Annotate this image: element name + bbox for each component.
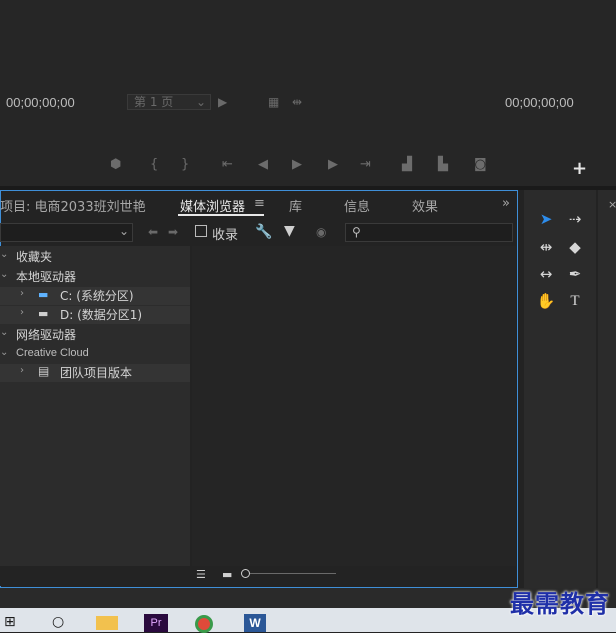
tree-label: 收藏夹 <box>16 250 53 264</box>
drive-icon: ▬ <box>38 288 49 301</box>
chrome-icon[interactable] <box>195 615 213 633</box>
mark-out-icon[interactable]: } <box>181 157 189 172</box>
close-icon[interactable]: × <box>608 198 616 211</box>
pen-tool-icon[interactable]: ✒ <box>562 263 588 285</box>
page-select[interactable]: 第 1 页 ⌄ <box>127 94 211 110</box>
file-explorer-icon[interactable] <box>96 616 118 630</box>
add-button[interactable]: + <box>572 158 587 179</box>
filter-icon[interactable]: ▼ <box>284 223 295 239</box>
watermark-logo: 最需教育 <box>510 589 610 618</box>
tree-label: 团队项目版本 <box>60 366 133 380</box>
track-select-tool-icon[interactable]: ⇢ <box>562 208 588 230</box>
chevron-down-icon: ⌄ <box>0 347 9 358</box>
team-project-icon: ▤ <box>38 364 50 378</box>
mark-in-icon[interactable]: { <box>150 157 158 172</box>
tab-project[interactable]: 项目: 电商2033班刘世艳 <box>0 196 146 215</box>
filmstrip-icon[interactable]: ▦ <box>268 95 279 109</box>
ingest-label: 收录 <box>212 228 239 243</box>
tab-library[interactable]: 库 <box>289 196 302 215</box>
tree-label: 网络驱动器 <box>16 328 77 342</box>
search-input[interactable]: ⚲ <box>345 223 513 242</box>
list-view-icon[interactable]: ☰ <box>196 568 206 581</box>
drive-icon: ▬ <box>38 307 49 320</box>
type-tool-icon[interactable]: T <box>562 290 588 312</box>
windows-start-icon[interactable]: ⊞ <box>4 614 16 630</box>
program-monitor <box>0 0 616 186</box>
tree-label: 本地驱动器 <box>16 270 77 284</box>
chevron-right-icon: › <box>20 307 24 318</box>
location-dropdown[interactable]: ⌄ <box>0 223 133 242</box>
go-to-out-icon[interactable]: ⇥ <box>360 157 371 172</box>
tree-label: C: (系统分区) <box>60 289 134 303</box>
zoom-slider-handle[interactable] <box>241 569 250 578</box>
chevron-down-icon: ⌄ <box>118 224 129 238</box>
overflow-tabs-icon[interactable]: » <box>502 196 510 211</box>
chevron-right-icon: › <box>20 365 24 376</box>
chevron-down-icon: ⌄ <box>0 249 9 260</box>
razor-tool-icon[interactable]: ◆ <box>562 236 588 258</box>
lift-icon[interactable]: ▟ <box>402 157 412 172</box>
timecode-out: 00;00;00;00 <box>505 95 574 110</box>
zoom-slider[interactable] <box>246 573 336 574</box>
active-tab-underline <box>178 214 264 216</box>
word-icon[interactable]: W <box>244 614 266 632</box>
step-back-icon[interactable]: ◀ <box>258 157 268 172</box>
tree-item-network-drives[interactable]: ⌄ 网络驱动器 <box>0 326 190 344</box>
chevron-down-icon: ⌄ <box>0 269 9 280</box>
timecode-in[interactable]: 00;00;00;00 <box>6 95 75 110</box>
play-icon[interactable]: ▶ <box>218 95 227 109</box>
tab-info[interactable]: 信息 <box>344 196 370 215</box>
slip-tool-icon[interactable]: ↔ <box>533 263 559 285</box>
back-arrow-icon[interactable]: ⬅ <box>148 225 158 239</box>
tree-item-team-versions[interactable]: › ▤ 团队项目版本 <box>0 364 190 382</box>
forward-arrow-icon[interactable]: ➡ <box>168 225 178 239</box>
tab-media-browser[interactable]: 媒体浏览器 <box>180 196 245 215</box>
tree-item-creative-cloud[interactable]: ⌄ Creative Cloud <box>0 346 190 364</box>
step-forward-icon[interactable]: ▶ <box>328 157 338 172</box>
tree-item-drive-c[interactable]: › ▬ C: (系统分区) <box>0 287 190 305</box>
right-panel-strip <box>598 190 616 588</box>
tree-item-drive-d[interactable]: › ▬ D: (数据分区1) <box>0 306 190 324</box>
media-content-area <box>192 246 516 566</box>
search-icon[interactable]: ○ <box>52 614 64 630</box>
play-button-icon[interactable]: ▶ <box>292 157 302 172</box>
tree-item-favorites[interactable]: ⌄ 收藏夹 <box>0 248 190 266</box>
chevron-down-icon: ⌄ <box>195 95 206 109</box>
tree-item-local-drives[interactable]: ⌄ 本地驱动器 <box>0 268 190 286</box>
eye-icon[interactable]: ◉ <box>316 225 326 239</box>
search-icon: ⚲ <box>352 225 361 239</box>
page-select-label: 第 1 页 <box>134 95 174 109</box>
hand-tool-icon[interactable]: ✋ <box>533 290 559 312</box>
tree-label: D: (数据分区1) <box>60 308 143 322</box>
panel-bottom-bar <box>0 566 516 586</box>
ingest-checkbox[interactable] <box>195 225 207 237</box>
chevron-right-icon: › <box>20 288 24 299</box>
tree-label: Creative Cloud <box>16 347 89 359</box>
fit-icon[interactable]: ⇹ <box>292 95 302 109</box>
selection-tool-icon[interactable]: ➤ <box>533 208 559 230</box>
marker-icon[interactable]: ⬢ <box>110 157 121 172</box>
camera-icon[interactable]: ◙ <box>474 157 487 172</box>
go-to-in-icon[interactable]: ⇤ <box>222 157 233 172</box>
chevron-down-icon: ⌄ <box>0 327 9 338</box>
icon-view-icon[interactable]: ▬ <box>222 568 232 581</box>
tab-effects[interactable]: 效果 <box>412 196 438 215</box>
ripple-edit-tool-icon[interactable]: ⇹ <box>533 236 559 258</box>
premiere-pro-icon[interactable]: Pr <box>144 614 168 632</box>
wrench-icon[interactable]: 🔧 <box>255 224 272 240</box>
panel-menu-icon[interactable]: ≡ <box>254 196 265 211</box>
extract-icon[interactable]: ▙ <box>438 157 448 172</box>
